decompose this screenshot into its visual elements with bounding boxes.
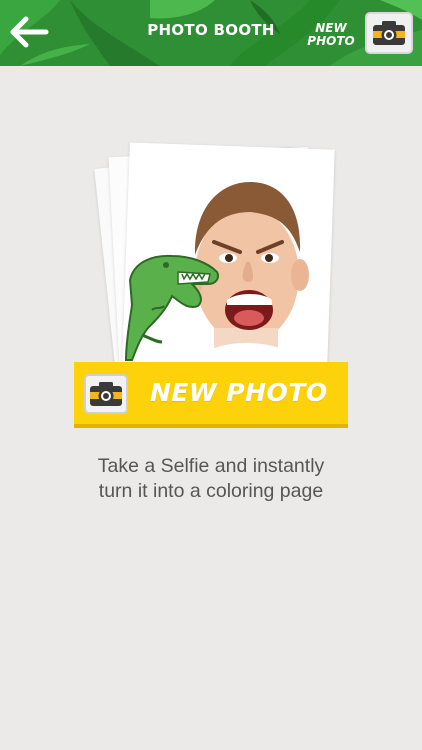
description-text: Take a Selfie and instantly turn it into… (40, 454, 382, 504)
top-bar: PHOTO BOOTH NEW PHOTO (0, 0, 422, 66)
page-title: PHOTO BOOTH (147, 21, 275, 39)
caption-line-2: turn it into a coloring page (98, 480, 324, 502)
caption-line-1: Take a Selfie and instantly (97, 455, 325, 477)
new-photo-camera-button[interactable] (365, 12, 413, 54)
new-photo-button-label: NEW PHOTO (150, 378, 328, 407)
new-photo-label-line2: PHOTO (307, 34, 355, 48)
kid-with-dinosaur-photo (124, 182, 309, 365)
camera-icon (373, 21, 405, 45)
photo-sheet (108, 146, 320, 373)
camera-icon (90, 382, 122, 406)
camera-icon-box (84, 374, 128, 414)
new-photo-text-button[interactable]: NEW PHOTO (304, 22, 358, 48)
new-photo-button[interactable]: NEW PHOTO (74, 362, 348, 428)
photo-sheet (94, 148, 316, 383)
photo-sheet (122, 142, 335, 370)
